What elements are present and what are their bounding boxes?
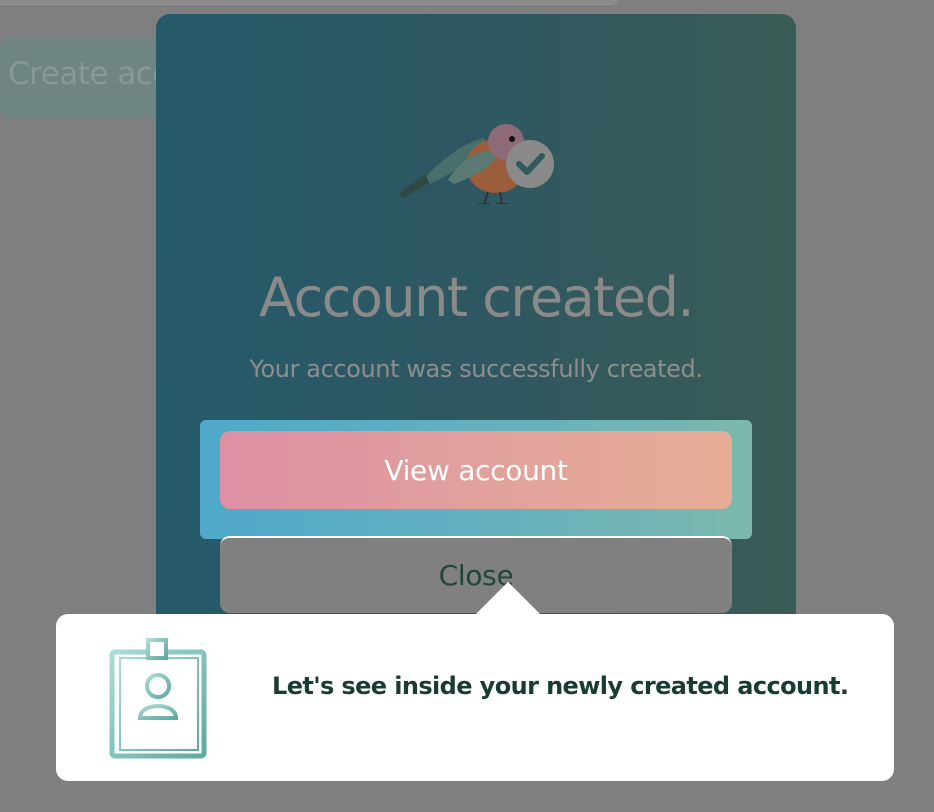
- modal-subtitle: Your account was successfully created.: [249, 355, 703, 383]
- tooltip-text: Let's see inside your newly created acco…: [272, 672, 849, 700]
- id-badge-icon: [109, 638, 207, 759]
- background-search-bar: [0, 0, 620, 5]
- tooltip-arrow: [476, 582, 540, 614]
- view-account-button[interactable]: View account: [220, 431, 732, 509]
- onboarding-tooltip: Let's see inside your newly created acco…: [56, 582, 894, 781]
- modal-title: Account created.: [258, 266, 695, 329]
- bird-check-icon: [398, 124, 554, 204]
